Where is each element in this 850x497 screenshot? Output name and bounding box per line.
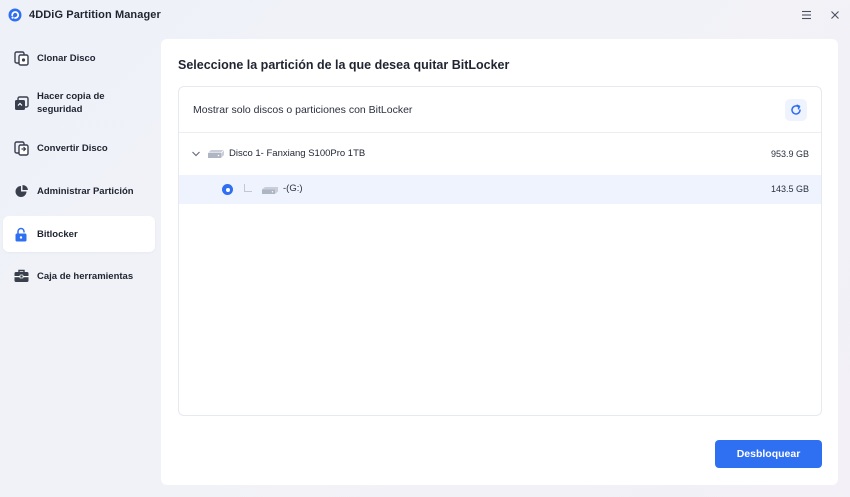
sidebar-item-label: Convertir Disco [37, 143, 108, 154]
backup-icon [13, 95, 29, 111]
lock-icon [13, 226, 29, 242]
refresh-button[interactable] [785, 99, 807, 121]
partition-row[interactable]: -(G:) 143.5 GB [179, 175, 821, 204]
app-title: 4DDiG Partition Manager [29, 9, 161, 21]
chevron-down-icon[interactable] [191, 150, 201, 158]
sidebar-item-clonar-disco[interactable]: Clonar Disco [3, 40, 155, 76]
sidebar-item-label: Bitlocker [37, 229, 78, 240]
filter-row: Mostrar solo discos o particiones con Bi… [179, 87, 821, 133]
sidebar-item-administrar-particion[interactable]: Administrar Partición [3, 173, 155, 209]
tree-connector-icon [244, 184, 252, 192]
title-bar: 4DDiG Partition Manager [0, 0, 850, 30]
clone-disk-icon [13, 50, 29, 66]
filter-label: Mostrar solo discos o particiones con Bi… [193, 104, 413, 116]
sidebar-item-hacer-copia[interactable]: Hacer copia de seguridad [3, 84, 155, 122]
pie-chart-icon [13, 183, 29, 199]
radio-dot [225, 187, 230, 192]
unlock-button[interactable]: Desbloquear [715, 440, 822, 468]
hard-drive-icon [208, 149, 225, 158]
close-icon [831, 11, 839, 19]
sidebar-item-bitlocker[interactable]: Bitlocker [3, 216, 155, 252]
disk-name: Disco 1- Fanxiang S100Pro 1TB [229, 148, 366, 159]
app-logo-icon [8, 8, 22, 22]
disk-size: 953.9 GB [770, 149, 809, 159]
convert-disk-icon [13, 140, 29, 156]
partition-radio[interactable] [222, 184, 233, 195]
sidebar-item-label: Clonar Disco [37, 53, 96, 64]
page-title: Seleccione la partición de la que desea … [178, 58, 510, 72]
disk-row[interactable]: Disco 1- Fanxiang S100Pro 1TB 953.9 GB [179, 133, 821, 175]
sidebar-item-convertir-disco[interactable]: Convertir Disco [3, 130, 155, 166]
sidebar-item-label: Hacer copia de seguridad [37, 91, 105, 115]
sidebar-item-label: Caja de herramientas [37, 271, 134, 282]
refresh-icon [791, 104, 801, 115]
disk-list: Mostrar solo discos o particiones con Bi… [178, 86, 822, 416]
partition-size: 143.5 GB [770, 184, 809, 194]
menu-button[interactable] [798, 7, 814, 23]
main-panel: Seleccione la partición de la que desea … [161, 39, 838, 485]
toolbox-icon [13, 268, 29, 284]
close-button[interactable] [827, 7, 843, 23]
sidebar-item-caja-herramientas[interactable]: Caja de herramientas [3, 258, 155, 294]
hamburger-menu-icon [801, 10, 811, 20]
sidebar-item-label: Administrar Partición [37, 186, 134, 197]
partition-drive-icon [262, 187, 278, 194]
partition-name: -(G:) [283, 183, 303, 194]
